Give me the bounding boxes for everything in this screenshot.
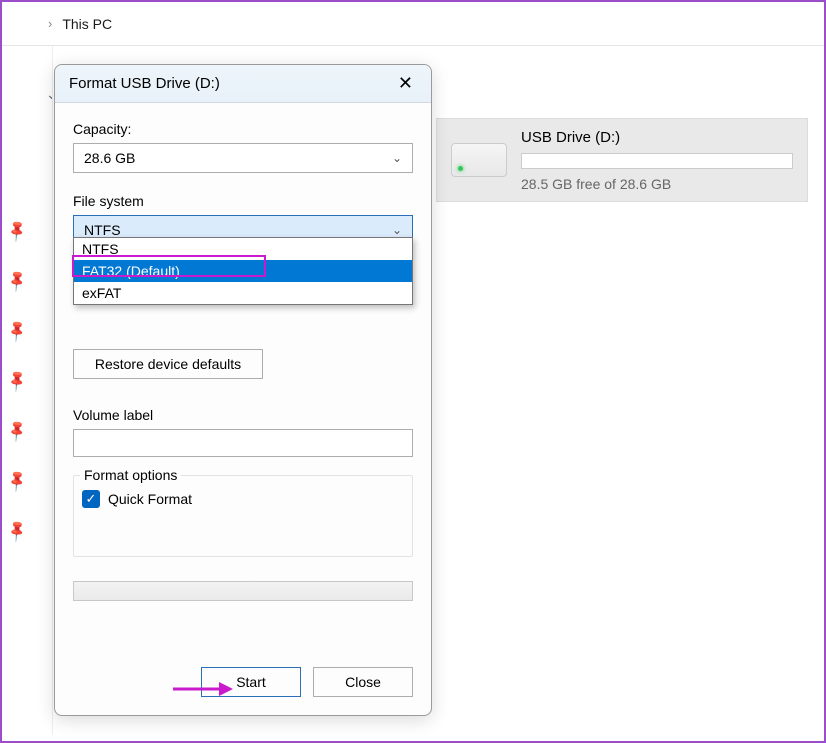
format-options-group: Format options ✓ Quick Format: [73, 475, 413, 557]
pin-icon[interactable]: 📌: [4, 318, 30, 344]
format-dialog: Format USB Drive (D:) ✕ Capacity: 28.6 G…: [54, 64, 432, 716]
pin-icon[interactable]: 📌: [4, 368, 30, 394]
pin-icon[interactable]: 📌: [4, 268, 30, 294]
start-button[interactable]: Start: [201, 667, 301, 697]
chevron-down-icon: ⌄: [392, 223, 402, 237]
format-progress-bar: [73, 581, 413, 601]
dialog-titlebar[interactable]: Format USB Drive (D:) ✕: [55, 65, 431, 103]
restore-defaults-button[interactable]: Restore device defaults: [73, 349, 263, 379]
capacity-label: Capacity:: [73, 121, 413, 137]
drive-tile-usb[interactable]: USB Drive (D:) 28.5 GB free of 28.6 GB: [436, 118, 808, 202]
filesystem-value: NTFS: [84, 222, 121, 238]
capacity-value: 28.6 GB: [84, 150, 135, 166]
pin-icon[interactable]: 📌: [4, 218, 30, 244]
filesystem-dropdown-list[interactable]: NTFS FAT32 (Default) exFAT: [73, 237, 413, 305]
quick-format-label: Quick Format: [108, 491, 192, 507]
chevron-right-icon: ›: [48, 16, 52, 31]
pin-icon[interactable]: 📌: [4, 518, 30, 544]
capacity-combo[interactable]: 28.6 GB ⌄: [73, 143, 413, 173]
volume-label-input[interactable]: [73, 429, 413, 457]
close-icon[interactable]: ✕: [394, 73, 417, 94]
drive-icon: [451, 143, 507, 177]
close-button[interactable]: Close: [313, 667, 413, 697]
quick-format-checkbox[interactable]: ✓: [82, 490, 100, 508]
chevron-down-icon: ⌄: [392, 151, 402, 165]
quick-access-rail: 📌 📌 📌 📌 📌 📌 📌: [8, 222, 27, 540]
breadcrumb[interactable]: › This PC: [2, 2, 824, 46]
format-options-legend: Format options: [80, 467, 181, 483]
breadcrumb-location[interactable]: This PC: [62, 16, 112, 32]
pin-icon[interactable]: 📌: [4, 418, 30, 444]
filesystem-option-fat32[interactable]: FAT32 (Default): [74, 260, 412, 282]
drive-capacity-bar: [521, 153, 793, 169]
drive-free-text: 28.5 GB free of 28.6 GB: [521, 176, 793, 192]
filesystem-label: File system: [73, 193, 413, 209]
pin-icon[interactable]: 📌: [4, 468, 30, 494]
drive-info: USB Drive (D:) 28.5 GB free of 28.6 GB: [521, 129, 793, 192]
drive-name: USB Drive (D:): [521, 129, 793, 146]
volume-label-text: Volume label: [73, 407, 413, 423]
filesystem-option-exfat[interactable]: exFAT: [74, 282, 412, 304]
dialog-title-text: Format USB Drive (D:): [69, 75, 220, 92]
this-pc-icon: [16, 15, 38, 33]
filesystem-option-ntfs[interactable]: NTFS: [74, 238, 412, 260]
